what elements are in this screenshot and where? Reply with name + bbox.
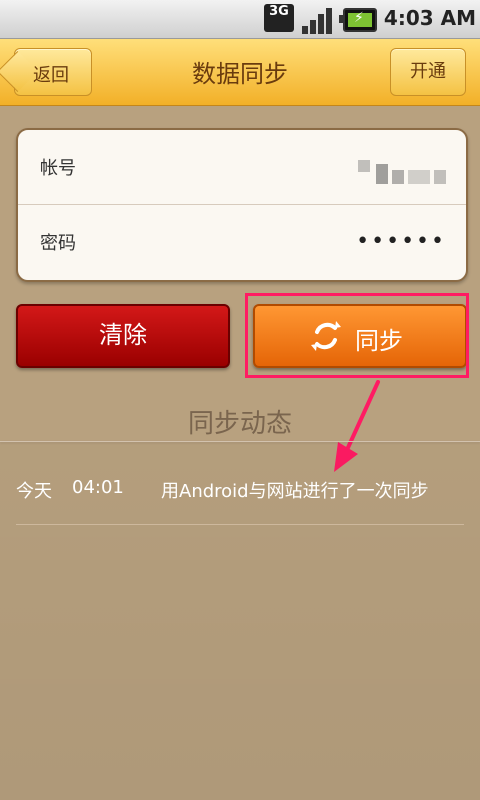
sync-button-label: 同步 bbox=[355, 327, 403, 355]
back-button-label: 返回 bbox=[33, 65, 69, 86]
network-3g-icon: 3G bbox=[264, 4, 294, 32]
activity-text: 用Android与网站进行了一次同步 bbox=[161, 481, 429, 502]
password-value: •••••• bbox=[356, 229, 446, 254]
login-card: 帐号 密码 •••••• bbox=[16, 128, 468, 282]
signal-icon bbox=[302, 4, 334, 34]
title-bar: 返回 数据同步 开通 bbox=[0, 39, 480, 106]
sync-activity-title: 同步动态 bbox=[187, 409, 292, 439]
account-value-masked bbox=[348, 160, 448, 184]
status-bar: 3G ⚡ 4:03 AM bbox=[0, 0, 480, 39]
activity-separator bbox=[16, 524, 464, 525]
sync-button[interactable]: 同步 bbox=[253, 304, 467, 368]
account-row[interactable]: 帐号 bbox=[18, 130, 466, 205]
battery-icon: ⚡ bbox=[339, 8, 377, 32]
status-time: 4:03 AM bbox=[383, 6, 476, 30]
activity-time: 04:01 bbox=[72, 477, 124, 498]
account-label: 帐号 bbox=[40, 158, 76, 179]
password-label: 密码 bbox=[40, 233, 76, 254]
open-button[interactable]: 开通 bbox=[390, 48, 466, 96]
page-title: 数据同步 bbox=[192, 60, 288, 88]
activity-day: 今天 bbox=[16, 481, 52, 502]
clear-button[interactable]: 清除 bbox=[16, 304, 230, 368]
refresh-icon bbox=[311, 321, 341, 351]
password-row[interactable]: 密码 •••••• bbox=[18, 205, 466, 279]
activity-list-item: 今天 04:01 用Android与网站进行了一次同步 bbox=[16, 477, 466, 505]
back-button[interactable]: 返回 bbox=[14, 48, 92, 96]
